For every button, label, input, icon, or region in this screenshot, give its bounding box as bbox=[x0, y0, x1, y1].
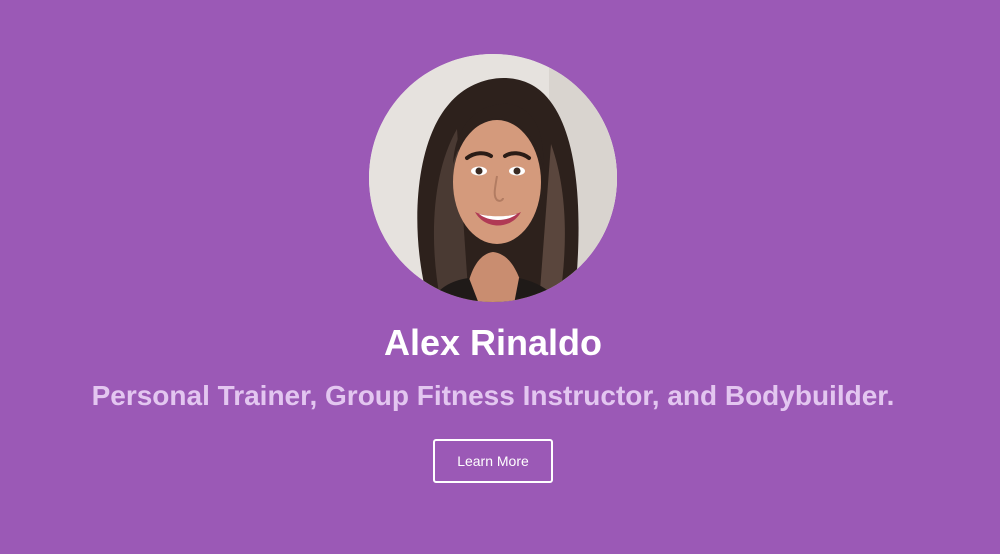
hero-section: Alex Rinaldo Personal Trainer, Group Fit… bbox=[0, 0, 1000, 554]
profile-tagline: Personal Trainer, Group Fitness Instruct… bbox=[91, 380, 895, 411]
avatar-photo-icon bbox=[369, 54, 617, 302]
profile-name: Alex Rinaldo bbox=[383, 322, 603, 363]
learn-more-button[interactable]: Learn More bbox=[433, 439, 553, 483]
profile-avatar bbox=[369, 54, 617, 302]
